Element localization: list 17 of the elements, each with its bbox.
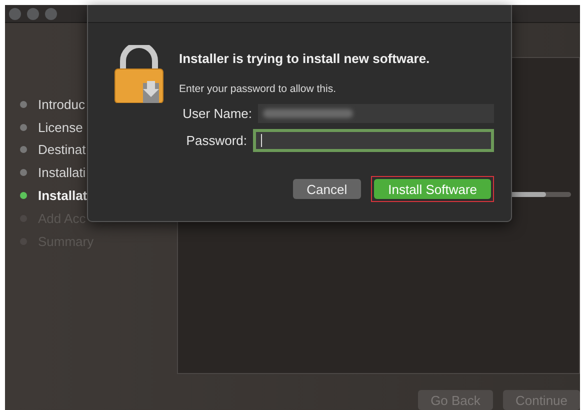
step-label: Introduc [38, 96, 85, 112]
window-control-button[interactable] [27, 8, 39, 20]
step-label: License [38, 120, 83, 135]
lock-icon [113, 45, 165, 103]
field-label: Password: [186, 133, 247, 148]
window-control-button[interactable] [9, 8, 21, 20]
dialog-message: Enter your password to allow this. [179, 83, 337, 95]
input-field[interactable] [253, 129, 494, 152]
cancel-button[interactable]: Cancel [292, 179, 362, 199]
window-control-button[interactable] [45, 8, 57, 20]
step-label: Installat [38, 188, 88, 204]
step-label: Installati [38, 165, 86, 180]
step-label: Destinat [38, 142, 86, 158]
field-label: User Name: [182, 106, 252, 121]
install-button[interactable]: Install Software [374, 179, 491, 199]
dialog-title: Installer is trying to install new software. [179, 51, 431, 66]
input-field[interactable] [258, 104, 494, 123]
